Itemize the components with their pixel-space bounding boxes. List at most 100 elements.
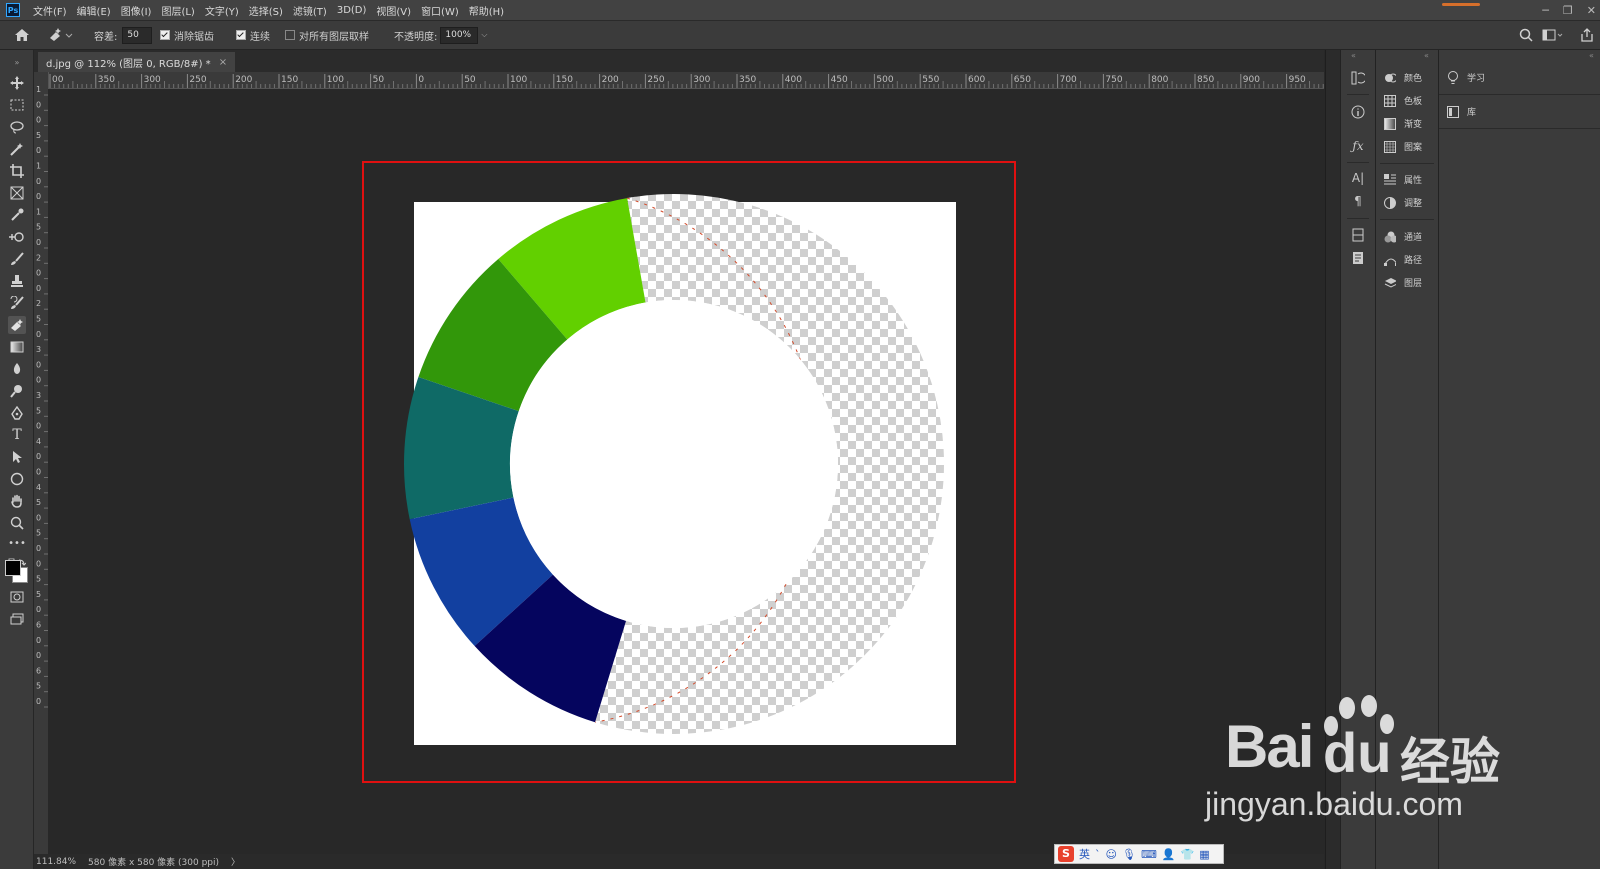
share-icon[interactable]: [1580, 21, 1594, 49]
ime-language[interactable]: 英: [1079, 846, 1090, 862]
ruler-label: 5: [36, 315, 41, 324]
menu-edit[interactable]: 编辑(E): [72, 3, 116, 18]
menu-layer[interactable]: 图层(L): [156, 3, 199, 18]
menu-3d[interactable]: 3D(D): [332, 5, 372, 16]
screen-mode-icon[interactable]: [8, 610, 26, 628]
marquee-tool-icon[interactable]: [8, 96, 26, 114]
panel-properties[interactable]: 属性: [1384, 173, 1422, 186]
magic-eraser-preset-icon[interactable]: [48, 21, 74, 49]
healing-brush-tool-icon[interactable]: [8, 228, 26, 246]
ruler-label: 0: [36, 636, 41, 645]
collapse-icon[interactable]: «: [1424, 51, 1429, 60]
move-tool-icon[interactable]: [8, 74, 26, 92]
workspace-icon[interactable]: [1542, 21, 1564, 49]
user-icon[interactable]: 👤: [1162, 848, 1176, 861]
panel-paths[interactable]: 路径: [1384, 253, 1422, 266]
ruler-label: 5: [36, 498, 41, 507]
zoom-level[interactable]: 111.84%: [36, 857, 76, 867]
eyedropper-tool-icon[interactable]: [8, 206, 26, 224]
glyphs-icon[interactable]: [1350, 227, 1366, 243]
panel-channels[interactable]: 通道: [1384, 230, 1422, 243]
type-tool-icon[interactable]: T: [8, 426, 26, 444]
canvas-area[interactable]: [48, 89, 1324, 854]
function-icon[interactable]: ƒx: [1350, 138, 1366, 154]
sogou-logo-icon[interactable]: S: [1058, 846, 1074, 862]
ruler-label: 1: [36, 207, 41, 216]
donut-image[interactable]: [403, 194, 944, 734]
crop-tool-icon[interactable]: [8, 162, 26, 180]
blur-tool-icon[interactable]: [8, 360, 26, 378]
keyboard-icon[interactable]: ⌨: [1141, 848, 1157, 861]
ruler-label: 0: [36, 651, 41, 660]
panel-learn[interactable]: 学习: [1447, 70, 1485, 84]
punctuation-icon[interactable]: ˋ: [1095, 848, 1101, 861]
menu-select[interactable]: 选择(S): [244, 3, 288, 18]
hand-tool-icon[interactable]: [8, 492, 26, 510]
gradient-tool-icon[interactable]: [8, 338, 26, 356]
notes-icon[interactable]: [1350, 250, 1366, 266]
panel-layers[interactable]: 图层: [1384, 276, 1422, 289]
panel-libraries[interactable]: 库: [1447, 105, 1476, 118]
menu-type[interactable]: 文字(Y): [200, 3, 244, 18]
info-icon[interactable]: [1350, 104, 1366, 120]
panel-gradients[interactable]: 渐变: [1384, 117, 1422, 130]
frame-tool-icon[interactable]: [8, 184, 26, 202]
ellipse-tool-icon[interactable]: [8, 470, 26, 488]
paragraph-icon[interactable]: ¶: [1350, 193, 1366, 209]
document-tab[interactable]: d.jpg @ 112% (图层 0, RGB/8#) * ×: [38, 52, 236, 72]
emoji-icon[interactable]: ☺: [1106, 848, 1117, 861]
expand-toolbox-icon[interactable]: »: [8, 53, 26, 71]
foreground-color-swatch[interactable]: [5, 560, 21, 576]
ruler-label: 0: [36, 452, 41, 461]
panel-patterns[interactable]: 图案: [1384, 140, 1422, 153]
magic-wand-tool-icon[interactable]: [8, 140, 26, 158]
menu-help[interactable]: 帮助(H): [464, 3, 509, 18]
microphone-icon[interactable]: 🎙: [1122, 848, 1136, 861]
tolerance-input[interactable]: 50: [122, 26, 153, 44]
quick-mask-icon[interactable]: [8, 588, 26, 606]
close-tab-icon[interactable]: ×: [219, 57, 227, 68]
ruler-label: 200: [602, 75, 619, 85]
lasso-tool-icon[interactable]: [8, 118, 26, 136]
skin-icon[interactable]: 👕: [1181, 848, 1195, 861]
panel-swatches[interactable]: 色板: [1384, 94, 1422, 107]
character-icon[interactable]: A|: [1350, 170, 1366, 186]
menu-file[interactable]: 文件(F): [28, 3, 72, 18]
brush-tool-icon[interactable]: [8, 250, 26, 268]
search-icon[interactable]: [1519, 21, 1533, 49]
collapse-icon[interactable]: «: [1351, 51, 1356, 60]
antialias-checkbox[interactable]: 消除锯齿: [160, 21, 214, 49]
magic-eraser-tool-icon[interactable]: [8, 316, 26, 334]
vertical-ruler[interactable]: 1 0 0 5 0 1 0 0 1 5 0 2 0 0 2 5 0 3 0 0 3 5 0 4 0 0 4 5 0 5 0 0 5 5 0 6 0 0 6 5…: [34, 72, 49, 854]
history-brush-tool-icon[interactable]: [8, 294, 26, 312]
opacity-input[interactable]: 100%: [440, 26, 479, 44]
menu-view[interactable]: 视图(V): [371, 3, 416, 18]
panel-color[interactable]: 颜色: [1384, 71, 1422, 84]
contiguous-checkbox[interactable]: 连续: [236, 21, 270, 49]
menu-image[interactable]: 图像(I): [116, 3, 157, 18]
history-panel-icon[interactable]: [1350, 70, 1366, 86]
clone-stamp-tool-icon[interactable]: [8, 272, 26, 290]
chevron-down-icon[interactable]: ⌵: [481, 30, 487, 40]
collapse-icon[interactable]: «: [1589, 51, 1594, 60]
menu-filter[interactable]: 滤镜(T): [288, 3, 332, 18]
menu-window[interactable]: 窗口(W): [416, 3, 464, 18]
status-arrow-icon[interactable]: 〉: [231, 855, 240, 868]
restore-icon[interactable]: ❐: [1563, 4, 1573, 17]
ruler-label: 0: [36, 376, 41, 385]
close-window-icon[interactable]: ✕: [1587, 4, 1596, 17]
zoom-tool-icon[interactable]: [8, 514, 26, 532]
ruler-label: 800: [1151, 75, 1168, 85]
toolbox-icon[interactable]: ▦: [1199, 848, 1209, 861]
watermark-brand-cn: 经验: [1400, 733, 1500, 791]
pen-tool-icon[interactable]: [8, 404, 26, 422]
more-tools-icon[interactable]: •••: [8, 534, 26, 552]
dodge-tool-icon[interactable]: [8, 382, 26, 400]
checkbox-checked-icon: [160, 30, 170, 40]
panel-adjustments[interactable]: 调整: [1384, 196, 1422, 209]
horizontal-ruler[interactable]: 00 350 300 250 200 150 100 50 0 50 100 150 200 250 300…: [48, 72, 1324, 89]
path-selection-tool-icon[interactable]: [8, 448, 26, 466]
home-icon[interactable]: [14, 21, 30, 49]
minimize-icon[interactable]: ─: [1542, 4, 1549, 17]
sample-all-checkbox[interactable]: 对所有图层取样: [285, 21, 369, 49]
